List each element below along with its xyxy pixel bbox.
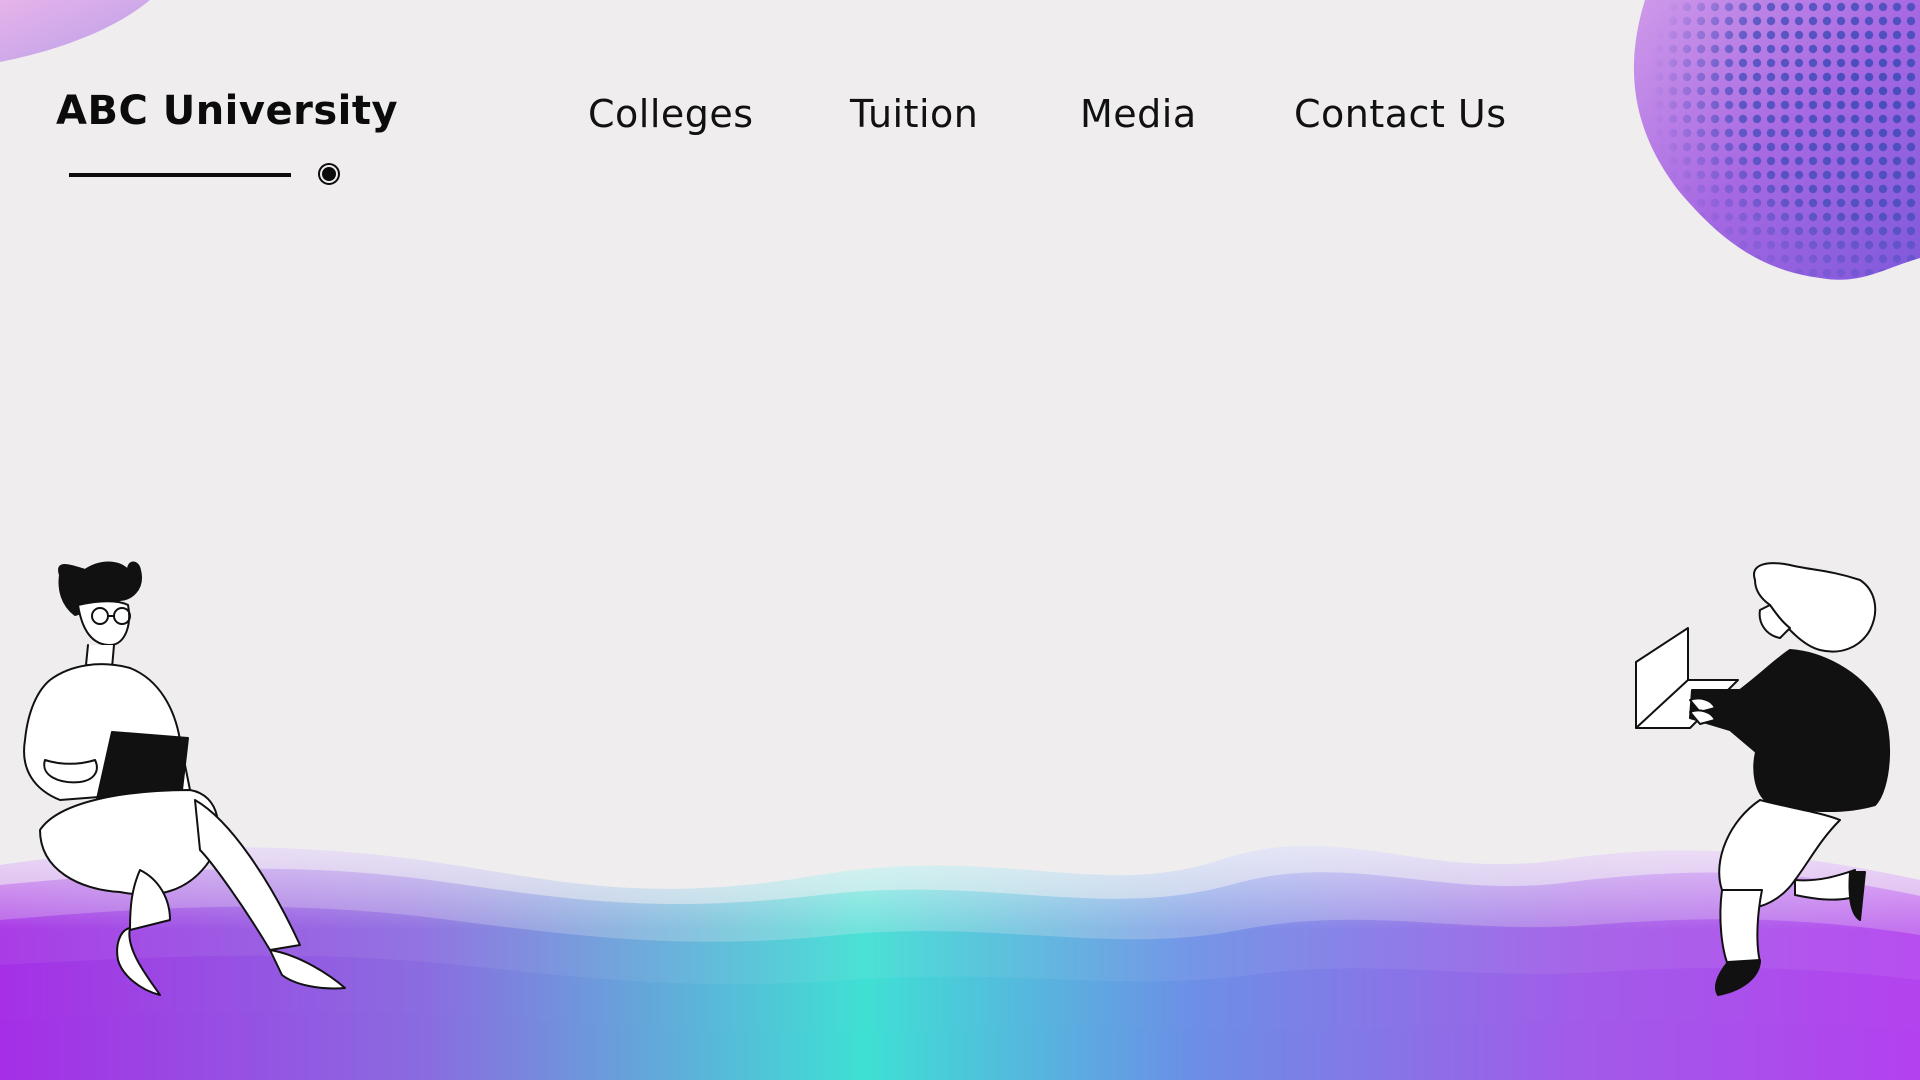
brand-underline	[69, 173, 291, 177]
nav-item-tuition[interactable]: Tuition	[850, 92, 978, 136]
nav-item-contact-us[interactable]: Contact Us	[1294, 92, 1507, 136]
landing-page: ABC University Colleges Tuition Media Co…	[0, 0, 1920, 1080]
nav-item-colleges[interactable]: Colleges	[588, 92, 754, 136]
brand-logo-text[interactable]: ABC University	[56, 88, 398, 134]
nav-item-media[interactable]: Media	[1080, 92, 1197, 136]
brand-dot	[320, 165, 338, 183]
person-laptop-illustration	[1635, 562, 1890, 996]
